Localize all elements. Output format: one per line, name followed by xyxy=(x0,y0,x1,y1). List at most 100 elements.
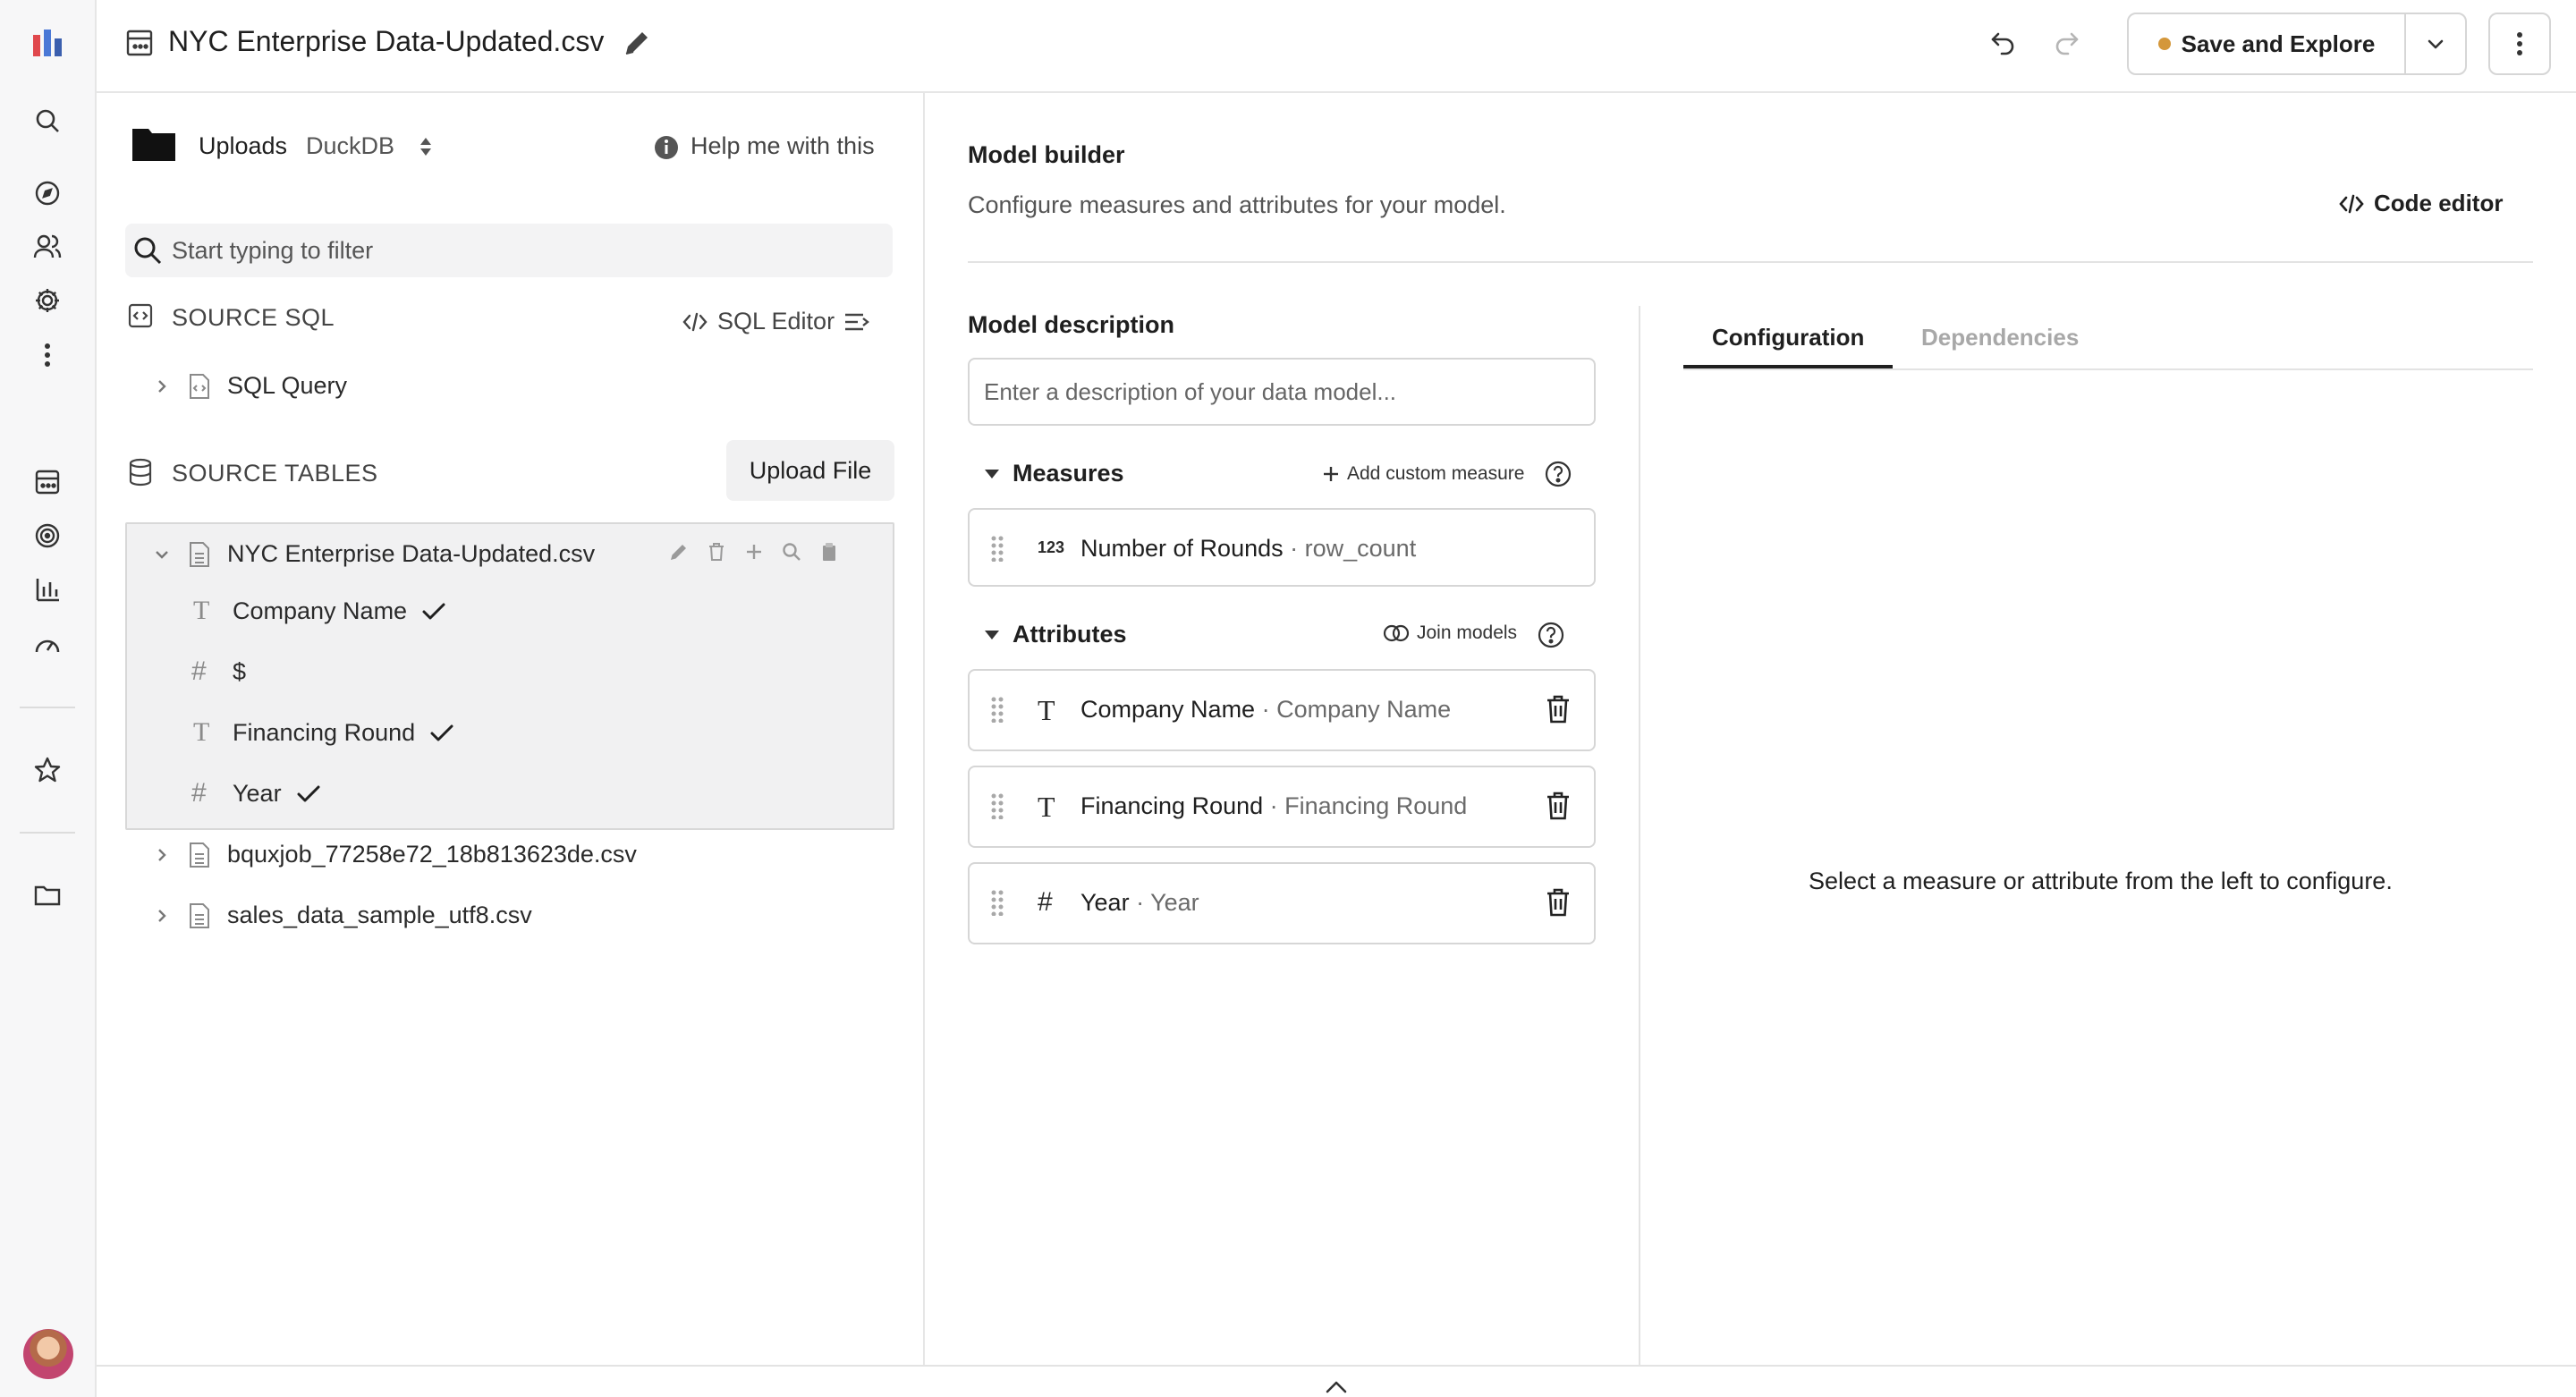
sql-query-label: SQL Query xyxy=(227,372,348,399)
source-tables-heading: SOURCE TABLES xyxy=(172,460,378,487)
divider xyxy=(1639,306,1640,1365)
tree-row-sql-query[interactable]: SQL Query xyxy=(152,372,347,400)
chevron-right-icon[interactable] xyxy=(152,845,172,865)
gear-icon[interactable] xyxy=(30,284,64,318)
pencil-icon[interactable] xyxy=(669,542,689,562)
check-icon xyxy=(297,785,320,801)
column-name: $ xyxy=(233,658,247,685)
chevron-up-icon[interactable] xyxy=(1324,1379,1349,1395)
plus-icon xyxy=(1324,467,1338,481)
tree-row-table[interactable]: sales_data_sample_utf8.csv xyxy=(152,902,532,929)
check-icon xyxy=(422,603,445,619)
trash-icon[interactable] xyxy=(1544,887,1572,918)
code-file-icon xyxy=(127,302,154,329)
help-circle-icon[interactable] xyxy=(1537,621,1565,649)
divider xyxy=(968,261,2533,263)
star-icon[interactable] xyxy=(30,753,64,787)
tree-row-column[interactable]: Financing Round xyxy=(233,719,454,747)
dataset-icon xyxy=(125,29,154,57)
measure-text: Number of Rounds · row_count xyxy=(1080,535,1416,563)
more-vertical-icon[interactable] xyxy=(30,338,64,372)
pencil-icon[interactable] xyxy=(623,29,651,57)
table-row-actions xyxy=(669,542,839,562)
attribute-name: Company Name xyxy=(1080,696,1256,723)
model-description-label: Model description xyxy=(968,311,1175,338)
bar-chart-icon[interactable] xyxy=(30,572,64,606)
nav-rail xyxy=(0,0,97,1397)
more-vertical-icon xyxy=(2517,32,2522,55)
sort-arrows-icon[interactable] xyxy=(419,134,433,159)
caret-down-icon xyxy=(985,469,999,478)
csv-file-icon xyxy=(190,541,209,567)
measures-header[interactable]: Measures xyxy=(984,460,1124,487)
sql-editor-button[interactable]: SQL Editor xyxy=(682,308,870,335)
trash-icon[interactable] xyxy=(1544,791,1572,821)
drag-handle-icon[interactable] xyxy=(989,792,1005,819)
measure-card[interactable]: 123 Number of Rounds · row_count xyxy=(968,508,1596,587)
trash-icon[interactable] xyxy=(707,542,726,562)
save-and-explore-button[interactable]: Save and Explore xyxy=(2129,14,2406,73)
upload-file-button[interactable]: Upload File xyxy=(726,440,894,501)
text-type-icon: T xyxy=(1038,694,1055,726)
model-description-input[interactable] xyxy=(968,358,1596,426)
chevron-down-icon xyxy=(2428,39,2444,49)
tree-row-table[interactable]: NYC Enterprise Data-Updated.csv xyxy=(152,540,595,568)
link-circles-icon xyxy=(1383,624,1410,642)
filter-input[interactable] xyxy=(172,236,869,265)
search-icon[interactable] xyxy=(782,542,801,562)
plus-icon[interactable] xyxy=(744,542,764,562)
attribute-card[interactable]: # Year · Year xyxy=(968,862,1596,944)
attribute-column: Financing Round xyxy=(1284,792,1468,819)
people-icon[interactable] xyxy=(30,230,64,264)
column-name: Financing Round xyxy=(233,719,416,746)
add-custom-measure-label: Add custom measure xyxy=(1347,463,1525,484)
save-options-dropdown[interactable] xyxy=(2406,14,2465,73)
redo-icon[interactable] xyxy=(2052,29,2080,57)
csv-file-icon xyxy=(190,842,209,868)
undo-icon[interactable] xyxy=(1989,29,2018,57)
clipboard-icon[interactable] xyxy=(819,542,839,562)
chevron-right-icon xyxy=(158,379,166,393)
tree-row-column[interactable]: $ xyxy=(233,658,246,686)
tab-configuration[interactable]: Configuration xyxy=(1712,324,1864,351)
attribute-card[interactable]: T Financing Round · Financing Round xyxy=(968,766,1596,848)
number-type-icon: # xyxy=(191,778,207,808)
attribute-name: Financing Round xyxy=(1080,792,1264,819)
trash-icon[interactable] xyxy=(1544,694,1572,724)
chevron-right-icon[interactable] xyxy=(152,906,172,926)
measure-name: Number of Rounds xyxy=(1080,535,1284,562)
tab-dependencies[interactable]: Dependencies xyxy=(1921,324,2079,351)
tree-row-column[interactable]: Company Name xyxy=(233,597,446,625)
chevron-down-icon[interactable] xyxy=(152,545,172,564)
drag-handle-icon[interactable] xyxy=(989,889,1005,916)
help-circle-icon[interactable] xyxy=(1544,460,1572,488)
dataset-icon[interactable] xyxy=(30,465,64,499)
folder-icon[interactable] xyxy=(30,878,64,912)
tree-row-column[interactable]: Year xyxy=(233,780,321,808)
add-custom-measure-button[interactable]: Add custom measure xyxy=(1322,463,1524,485)
attribute-card[interactable]: T Company Name · Company Name xyxy=(968,669,1596,751)
save-label: Save and Explore xyxy=(2181,30,2376,57)
search-icon[interactable] xyxy=(30,104,64,138)
drag-handle-icon[interactable] xyxy=(989,696,1005,723)
gauge-icon[interactable] xyxy=(30,626,64,660)
more-options-button[interactable] xyxy=(2488,13,2551,75)
tree-row-table[interactable]: bquxjob_77258e72_18b813623de.csv xyxy=(152,841,637,868)
connection-engine[interactable]: DuckDB xyxy=(306,132,394,160)
column-name: Company Name xyxy=(233,597,408,624)
help-me-link[interactable]: Help me with this xyxy=(691,132,875,160)
join-models-button[interactable]: Join models xyxy=(1383,622,1517,644)
logo-icon[interactable] xyxy=(30,25,64,59)
avatar[interactable] xyxy=(23,1329,73,1379)
attributes-header[interactable]: Attributes xyxy=(984,621,1127,648)
caret-down-icon xyxy=(985,630,999,639)
drag-handle-icon[interactable] xyxy=(989,535,1005,562)
file-icon xyxy=(190,373,209,399)
connection-name[interactable]: Uploads xyxy=(199,132,287,160)
text-type-icon: T xyxy=(193,596,210,625)
compass-icon[interactable] xyxy=(30,176,64,210)
code-editor-button[interactable]: Code editor xyxy=(2338,190,2503,217)
join-models-label: Join models xyxy=(1417,622,1518,643)
target-icon[interactable] xyxy=(30,519,64,553)
check-icon xyxy=(430,724,453,741)
